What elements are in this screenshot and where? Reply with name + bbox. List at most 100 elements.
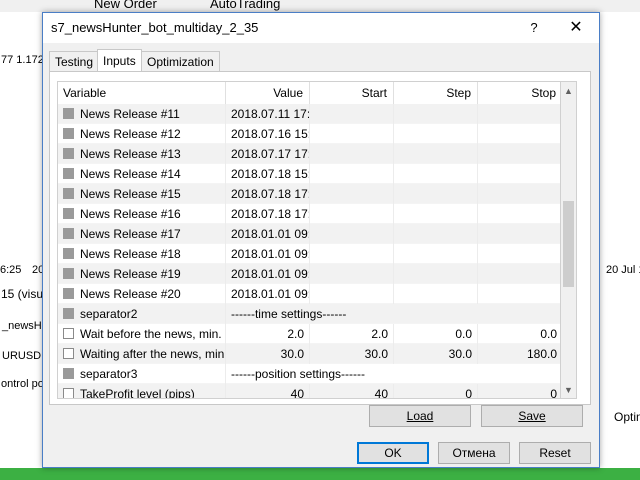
- step-cell[interactable]: [394, 264, 478, 284]
- ok-button[interactable]: OK: [357, 442, 429, 464]
- step-cell[interactable]: [394, 184, 478, 204]
- variable-cell: News Release #14: [58, 164, 226, 184]
- step-cell[interactable]: [394, 104, 478, 124]
- table-row[interactable]: News Release #172018.01.01 09:00: [58, 224, 560, 244]
- start-cell[interactable]: 2.0: [310, 324, 394, 344]
- stop-cell[interactable]: [478, 244, 560, 264]
- start-cell[interactable]: [310, 124, 394, 144]
- step-cell[interactable]: 0.0: [394, 324, 478, 344]
- value-cell[interactable]: ------position settings------: [226, 364, 478, 384]
- reset-button[interactable]: Reset: [519, 442, 591, 464]
- table-row[interactable]: News Release #122018.07.16 15:30: [58, 124, 560, 144]
- start-cell[interactable]: [310, 204, 394, 224]
- start-cell[interactable]: [310, 244, 394, 264]
- symbol-field[interactable]: URUSD,: [2, 350, 44, 362]
- value-cell[interactable]: 2018.07.18 17:00: [226, 184, 310, 204]
- start-cell[interactable]: [310, 164, 394, 184]
- value-cell[interactable]: 2018.07.17 17:00: [226, 144, 310, 164]
- value-cell[interactable]: 2.0: [226, 324, 310, 344]
- start-cell[interactable]: [310, 224, 394, 244]
- table-row[interactable]: News Release #152018.07.18 17:00: [58, 184, 560, 204]
- step-cell[interactable]: [394, 244, 478, 264]
- table-row[interactable]: separator2 ------time settings------: [58, 304, 560, 324]
- stop-cell[interactable]: [478, 264, 560, 284]
- table-row[interactable]: News Release #142018.07.18 15:30: [58, 164, 560, 184]
- start-cell[interactable]: [310, 144, 394, 164]
- close-button[interactable]: ✕: [567, 19, 585, 37]
- scroll-down-icon[interactable]: ▼: [561, 382, 576, 398]
- table-row[interactable]: News Release #162018.07.18 17:30: [58, 204, 560, 224]
- expert-field[interactable]: _newsHu: [2, 320, 48, 332]
- optimize-checkbox: [63, 368, 74, 379]
- grid-scrollbar[interactable]: ▲ ▼: [561, 81, 577, 399]
- stop-cell[interactable]: [478, 184, 560, 204]
- step-cell[interactable]: [394, 164, 478, 184]
- table-row[interactable]: Wait before the news, min. 2.0 2.0 0.0 0.0: [58, 324, 560, 344]
- optimize-checkbox[interactable]: [63, 348, 74, 359]
- value-cell[interactable]: 2018.01.01 09:00: [226, 224, 310, 244]
- scroll-thumb[interactable]: [563, 201, 574, 287]
- step-cell[interactable]: [394, 124, 478, 144]
- terminal-toolbar: New Order AutoTrading: [0, 0, 640, 12]
- start-cell[interactable]: 40: [310, 384, 394, 398]
- load-button[interactable]: Load: [369, 405, 471, 427]
- value-cell[interactable]: 30.0: [226, 344, 310, 364]
- column-step[interactable]: Step: [394, 82, 478, 104]
- table-row[interactable]: TakeProfit level (pips) 40 40 0 0: [58, 384, 560, 398]
- value-cell[interactable]: 2018.07.18 15:30: [226, 164, 310, 184]
- value-cell[interactable]: 2018.07.18 17:30: [226, 204, 310, 224]
- value-cell[interactable]: 2018.07.11 17:30: [226, 104, 310, 124]
- save-button[interactable]: Save: [481, 405, 583, 427]
- step-cell[interactable]: 30.0: [394, 344, 478, 364]
- value-cell[interactable]: 2018.01.01 09:00: [226, 264, 310, 284]
- tester-properties-dialog: s7_newsHunter_bot_multiday_2_35 ? ✕ Test…: [42, 12, 600, 468]
- auto-trading-button[interactable]: AutoTrading: [210, 0, 280, 11]
- model-field[interactable]: ontrol poi: [1, 378, 46, 390]
- tab-optimization[interactable]: Optimization: [141, 51, 220, 71]
- stop-cell[interactable]: [478, 144, 560, 164]
- stop-cell[interactable]: [478, 204, 560, 224]
- column-stop[interactable]: Stop: [478, 82, 560, 104]
- scroll-up-icon[interactable]: ▲: [561, 83, 576, 99]
- optimize-checkbox[interactable]: [63, 388, 74, 398]
- table-row[interactable]: Waiting after the news, min. 30.0 30.0 30.0…: [58, 344, 560, 364]
- stop-cell[interactable]: [478, 164, 560, 184]
- value-cell[interactable]: 40: [226, 384, 310, 398]
- table-row[interactable]: News Release #192018.01.01 09:00: [58, 264, 560, 284]
- column-start[interactable]: Start: [310, 82, 394, 104]
- optimize-checkbox[interactable]: [63, 328, 74, 339]
- value-cell[interactable]: ------time settings------: [226, 304, 478, 324]
- stop-cell[interactable]: 180.0: [478, 344, 560, 364]
- new-order-button[interactable]: New Order: [94, 0, 157, 11]
- tab-testing[interactable]: Testing: [49, 51, 100, 71]
- column-value[interactable]: Value: [226, 82, 310, 104]
- table-row[interactable]: News Release #112018.07.11 17:30: [58, 104, 560, 124]
- start-cell[interactable]: 30.0: [310, 344, 394, 364]
- step-cell[interactable]: [394, 144, 478, 164]
- value-cell[interactable]: 2018.01.01 09:00: [226, 284, 310, 304]
- table-row[interactable]: separator3 ------position settings------: [58, 364, 560, 384]
- table-row[interactable]: News Release #132018.07.17 17:00: [58, 144, 560, 164]
- stop-cell[interactable]: 0: [478, 384, 560, 398]
- step-cell[interactable]: [394, 204, 478, 224]
- value-cell[interactable]: 2018.07.16 15:30: [226, 124, 310, 144]
- start-cell[interactable]: [310, 284, 394, 304]
- table-row[interactable]: News Release #182018.01.01 09:00: [58, 244, 560, 264]
- stop-cell[interactable]: [478, 224, 560, 244]
- stop-cell[interactable]: [478, 124, 560, 144]
- step-cell[interactable]: [394, 224, 478, 244]
- stop-cell[interactable]: 0.0: [478, 324, 560, 344]
- table-row[interactable]: News Release #202018.01.01 09:00: [58, 284, 560, 304]
- stop-cell[interactable]: [478, 284, 560, 304]
- help-button[interactable]: ?: [525, 19, 543, 37]
- column-variable[interactable]: Variable: [58, 82, 226, 104]
- step-cell[interactable]: [394, 284, 478, 304]
- cancel-button[interactable]: Отмена: [438, 442, 510, 464]
- start-cell[interactable]: [310, 184, 394, 204]
- value-cell[interactable]: 2018.01.01 09:00: [226, 244, 310, 264]
- stop-cell[interactable]: [478, 104, 560, 124]
- start-cell[interactable]: [310, 104, 394, 124]
- start-cell[interactable]: [310, 264, 394, 284]
- tab-inputs[interactable]: Inputs: [97, 49, 142, 72]
- step-cell[interactable]: 0: [394, 384, 478, 398]
